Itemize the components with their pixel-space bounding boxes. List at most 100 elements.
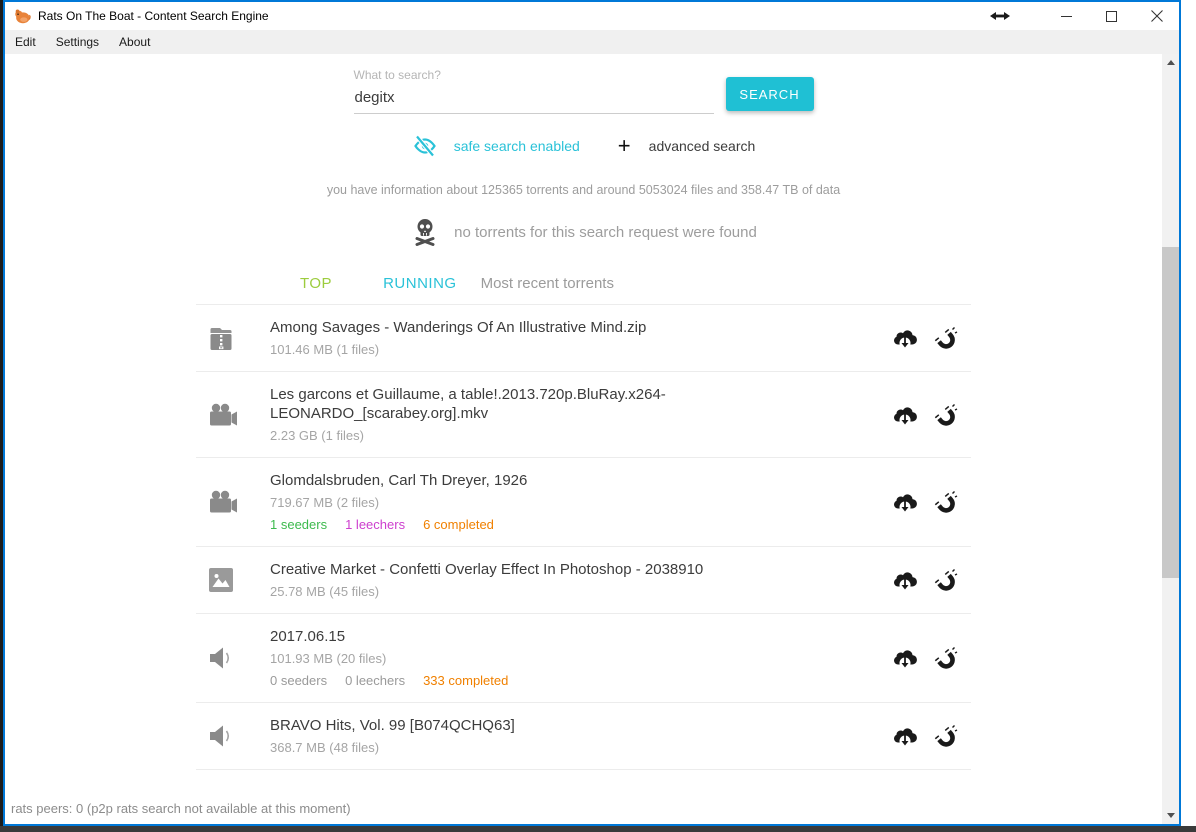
triangle-down-icon bbox=[1167, 813, 1175, 818]
empty-state-message: no torrents for this search request were… bbox=[454, 224, 757, 241]
menu-bar: Edit Settings About bbox=[5, 30, 1179, 54]
torrent-size: 101.46 MB (1 files) bbox=[270, 341, 770, 358]
video-camera-icon bbox=[208, 490, 238, 514]
archive-icon bbox=[208, 325, 236, 352]
database-info-line: you have information about 125365 torren… bbox=[5, 183, 1162, 197]
tab-top[interactable]: TOP bbox=[300, 275, 332, 292]
skull-crossbones-icon bbox=[410, 217, 440, 247]
magnet-icon bbox=[932, 402, 958, 428]
torrent-stats: 1 seeders 1 leechers 6 completed bbox=[270, 517, 770, 533]
cloud-download-icon bbox=[892, 326, 918, 350]
minimize-icon bbox=[1061, 11, 1072, 22]
torrent-size: 2.23 GB (1 files) bbox=[270, 427, 770, 444]
magnet-button[interactable] bbox=[931, 324, 959, 352]
cloud-download-icon bbox=[892, 724, 918, 748]
video-camera-icon bbox=[208, 403, 238, 427]
empty-state: no torrents for this search request were… bbox=[5, 217, 1162, 247]
magnet-icon bbox=[932, 325, 958, 351]
magnet-icon bbox=[932, 489, 958, 515]
image-icon bbox=[208, 567, 234, 593]
scroll-thumb[interactable] bbox=[1162, 247, 1179, 578]
resize-button[interactable] bbox=[978, 2, 1022, 30]
close-icon bbox=[1151, 10, 1163, 22]
horizontal-resize-icon bbox=[990, 11, 1010, 21]
torrent-row[interactable]: Creative Market - Confetti Overlay Effec… bbox=[196, 547, 971, 614]
torrent-stat: 6 completed bbox=[423, 517, 494, 532]
maximize-button[interactable] bbox=[1089, 2, 1134, 30]
magnet-icon bbox=[932, 723, 958, 749]
plus-icon: + bbox=[618, 136, 631, 156]
torrent-stats: 0 seeders 0 leechers 333 completed bbox=[270, 673, 770, 689]
torrent-stat: 1 leechers bbox=[345, 517, 405, 532]
magnet-button[interactable] bbox=[931, 401, 959, 429]
tabs-row: TOP RUNNING Most recent torrents bbox=[196, 265, 971, 304]
scrollbar[interactable] bbox=[1162, 54, 1179, 824]
download-button[interactable] bbox=[891, 401, 919, 429]
magnet-icon bbox=[932, 645, 958, 671]
torrent-size: 101.93 MB (20 files) bbox=[270, 650, 770, 667]
search-input[interactable] bbox=[354, 89, 714, 114]
torrent-row[interactable]: Glomdalsbruden, Carl Th Dreyer, 1926 719… bbox=[196, 458, 971, 547]
minimize-button[interactable] bbox=[1044, 2, 1089, 30]
torrent-row[interactable]: Les garcons et Guillaume, a table!.2013.… bbox=[196, 372, 971, 458]
magnet-button[interactable] bbox=[931, 644, 959, 672]
close-button[interactable] bbox=[1134, 2, 1179, 30]
cloud-download-icon bbox=[892, 568, 918, 592]
audio-speaker-icon bbox=[208, 645, 235, 671]
app-window: Rats On The Boat - Content Search Engine bbox=[3, 0, 1181, 826]
torrent-list: Among Savages - Wanderings Of An Illustr… bbox=[196, 304, 971, 770]
torrent-stat: 0 seeders bbox=[270, 673, 327, 688]
menu-item-settings[interactable]: Settings bbox=[46, 30, 109, 54]
window-title: Rats On The Boat - Content Search Engine bbox=[38, 9, 269, 23]
magnet-icon bbox=[932, 567, 958, 593]
eye-off-icon bbox=[412, 134, 438, 158]
torrent-title: 2017.06.15 bbox=[270, 627, 770, 646]
search-section: What to search? SEARCH bbox=[354, 68, 814, 114]
torrent-stat: 333 completed bbox=[423, 673, 508, 688]
triangle-up-icon bbox=[1167, 60, 1175, 65]
torrent-size: 368.7 MB (48 files) bbox=[270, 739, 770, 756]
download-button[interactable] bbox=[891, 324, 919, 352]
advanced-search-button[interactable]: + advanced search bbox=[618, 136, 756, 156]
maximize-icon bbox=[1106, 11, 1117, 22]
download-button[interactable] bbox=[891, 644, 919, 672]
torrent-title: BRAVO Hits, Vol. 99 [B074QCHQ63] bbox=[270, 716, 770, 735]
desktop-edge-bottom bbox=[0, 826, 1196, 832]
torrent-title: Among Savages - Wanderings Of An Illustr… bbox=[270, 318, 770, 337]
content-area: What to search? SEARCH safe search enabl… bbox=[5, 54, 1179, 824]
torrent-stat: 1 seeders bbox=[270, 517, 327, 532]
torrent-title: Les garcons et Guillaume, a table!.2013.… bbox=[270, 385, 770, 423]
download-button[interactable] bbox=[891, 488, 919, 516]
search-label: What to search? bbox=[354, 68, 714, 82]
cloud-download-icon bbox=[892, 646, 918, 670]
safe-search-toggle[interactable]: safe search enabled bbox=[412, 134, 580, 158]
torrent-size: 25.78 MB (45 files) bbox=[270, 583, 770, 600]
status-bar: rats peers: 0 (p2p rats search not avail… bbox=[7, 799, 355, 818]
advanced-search-label: advanced search bbox=[649, 138, 756, 154]
safe-search-label: safe search enabled bbox=[454, 138, 580, 154]
download-button[interactable] bbox=[891, 722, 919, 750]
tab-most-recent[interactable]: Most recent torrents bbox=[481, 275, 614, 292]
download-button[interactable] bbox=[891, 566, 919, 594]
cloud-download-icon bbox=[892, 403, 918, 427]
torrent-row[interactable]: Among Savages - Wanderings Of An Illustr… bbox=[196, 305, 971, 372]
torrent-row[interactable]: BRAVO Hits, Vol. 99 [B074QCHQ63] 368.7 M… bbox=[196, 703, 971, 770]
torrent-size: 719.67 MB (2 files) bbox=[270, 494, 770, 511]
scroll-up-button[interactable] bbox=[1162, 54, 1179, 71]
torrent-title: Glomdalsbruden, Carl Th Dreyer, 1926 bbox=[270, 471, 770, 490]
magnet-button[interactable] bbox=[931, 566, 959, 594]
rat-logo-icon bbox=[13, 7, 31, 25]
menu-item-edit[interactable]: Edit bbox=[5, 30, 46, 54]
search-button[interactable]: SEARCH bbox=[726, 77, 814, 111]
magnet-button[interactable] bbox=[931, 488, 959, 516]
cloud-download-icon bbox=[892, 490, 918, 514]
tab-running[interactable]: RUNNING bbox=[383, 275, 457, 292]
magnet-button[interactable] bbox=[931, 722, 959, 750]
scroll-down-button[interactable] bbox=[1162, 807, 1179, 824]
torrent-stat: 0 leechers bbox=[345, 673, 405, 688]
torrent-title: Creative Market - Confetti Overlay Effec… bbox=[270, 560, 770, 579]
menu-item-about[interactable]: About bbox=[109, 30, 160, 54]
torrent-row[interactable]: 2017.06.15 101.93 MB (20 files) 0 seeder… bbox=[196, 614, 971, 703]
titlebar[interactable]: Rats On The Boat - Content Search Engine bbox=[5, 2, 1179, 30]
audio-speaker-icon bbox=[208, 723, 235, 749]
